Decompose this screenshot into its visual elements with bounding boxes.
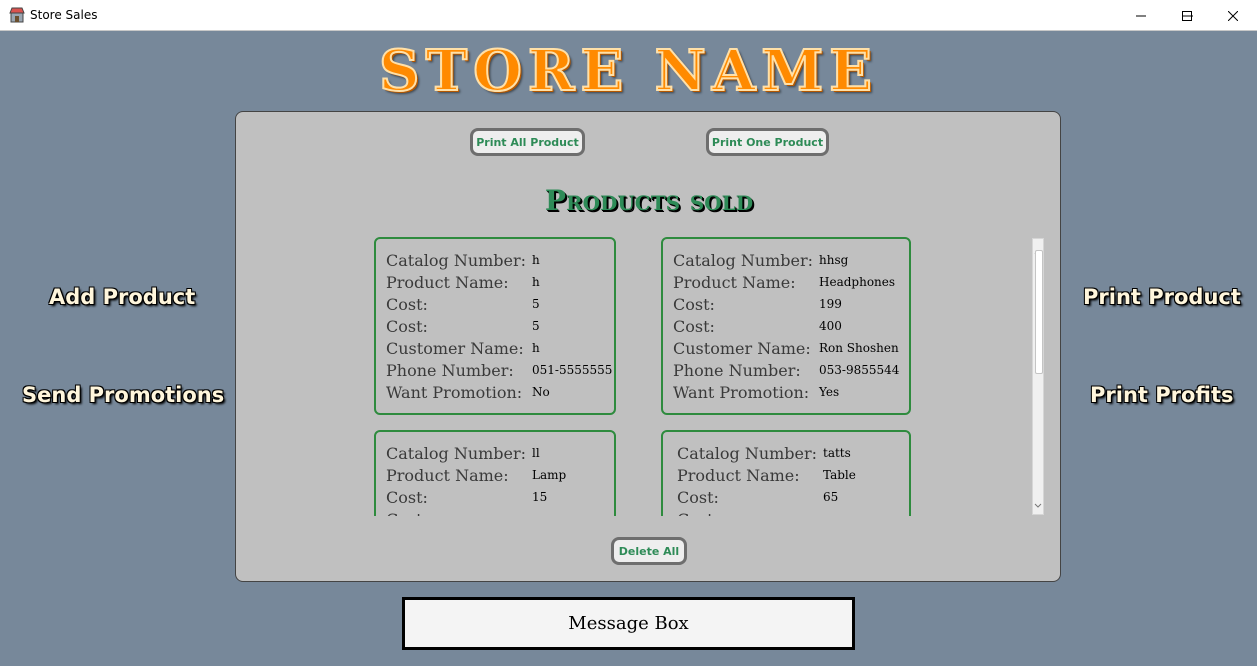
cost-label: Cost: — [386, 488, 428, 507]
cost-label: Cost: — [673, 295, 715, 314]
catalog-value: h — [532, 253, 540, 267]
close-icon — [1228, 10, 1238, 21]
name-label: Product Name: — [673, 273, 796, 292]
product-card: Catalog Number: tatts Product Name: Table … — [661, 430, 911, 516]
cost-value-2: 5 — [532, 319, 540, 333]
minimize-icon — [1136, 11, 1146, 21]
catalog-value: ll — [532, 446, 540, 460]
cost-value-2: 400 — [819, 319, 842, 333]
cost-label-2: Cost: — [673, 317, 715, 336]
cost-label: Cost: — [677, 488, 719, 507]
name-label: Product Name: — [386, 273, 509, 292]
name-value: Lamp — [532, 468, 567, 482]
window-title: Store Sales — [30, 8, 98, 22]
product-card: Catalog Number: hhsg Product Name: Headpho… — [661, 237, 911, 415]
minimize-control[interactable] — [1118, 0, 1164, 31]
cost-label-2: Cost: — [677, 510, 719, 516]
print-all-product-button[interactable]: Print All Product — [470, 128, 585, 156]
phone-value: 051-5555555 — [532, 363, 613, 377]
add-product-button[interactable]: Add Product — [49, 285, 195, 309]
products-list[interactable]: Catalog Number: h Product Name: h Cost: 5 C… — [374, 237, 1046, 516]
name-value: Table — [823, 468, 856, 482]
cost-label-2: Cost: — [386, 510, 428, 516]
products-panel: Print All Product Print One Product Prod… — [235, 111, 1061, 582]
promotion-label: Want Promotion: — [673, 383, 810, 402]
customer-label: Customer Name: — [386, 339, 524, 358]
delete-all-button[interactable]: Delete All — [611, 537, 687, 565]
customer-value: Ron Shoshen — [819, 341, 899, 355]
window-titlebar: Store Sales — [0, 0, 1257, 31]
name-value: h — [532, 275, 540, 289]
message-box: Message Box — [402, 597, 855, 650]
send-promotions-button[interactable]: Send Promotions — [22, 383, 224, 407]
cost-value: 199 — [819, 297, 842, 311]
catalog-label: Catalog Number: — [677, 444, 818, 463]
promotion-value: No — [532, 385, 550, 399]
scroll-down-icon[interactable] — [1034, 494, 1042, 513]
promotion-label: Want Promotion: — [386, 383, 523, 402]
catalog-value: tatts — [823, 446, 851, 460]
close-button[interactable] — [1210, 0, 1256, 31]
name-value: Headphones — [819, 275, 896, 289]
catalog-label: Catalog Number: — [673, 251, 814, 270]
phone-label: Phone Number: — [386, 361, 514, 380]
product-card: Catalog Number: h Product Name: h Cost: 5 C… — [374, 237, 616, 415]
name-label: Product Name: — [677, 466, 800, 485]
cost-value: 65 — [823, 490, 839, 504]
products-sold-title: Products sold — [544, 184, 754, 217]
catalog-label: Catalog Number: — [386, 251, 527, 270]
scroll-thumb[interactable] — [1035, 250, 1043, 374]
customer-value: h — [532, 341, 540, 355]
store-name-heading: STORE NAME — [378, 37, 878, 105]
print-one-product-button[interactable]: Print One Product — [706, 128, 829, 156]
catalog-label: Catalog Number: — [386, 444, 527, 463]
cost-value: 5 — [532, 297, 540, 311]
phone-value: 053-9855544 — [819, 363, 900, 377]
cost-label-2: Cost: — [386, 317, 428, 336]
phone-label: Phone Number: — [673, 361, 801, 380]
name-label: Product Name: — [386, 466, 509, 485]
print-profits-button[interactable]: Print Profits — [1090, 383, 1234, 407]
cost-label: Cost: — [386, 295, 428, 314]
catalog-value: hhsg — [819, 253, 849, 267]
print-product-button[interactable]: Print Product — [1083, 285, 1241, 309]
maximize-button[interactable] — [1164, 0, 1210, 31]
cost-value: 15 — [532, 490, 548, 504]
customer-label: Customer Name: — [673, 339, 811, 358]
maximize-icon — [1182, 10, 1192, 21]
product-card: Catalog Number: ll Product Name: Lamp Cost… — [374, 430, 616, 516]
products-scrollbar[interactable] — [1032, 238, 1044, 515]
promotion-value: Yes — [819, 385, 840, 399]
store-icon — [9, 7, 25, 23]
